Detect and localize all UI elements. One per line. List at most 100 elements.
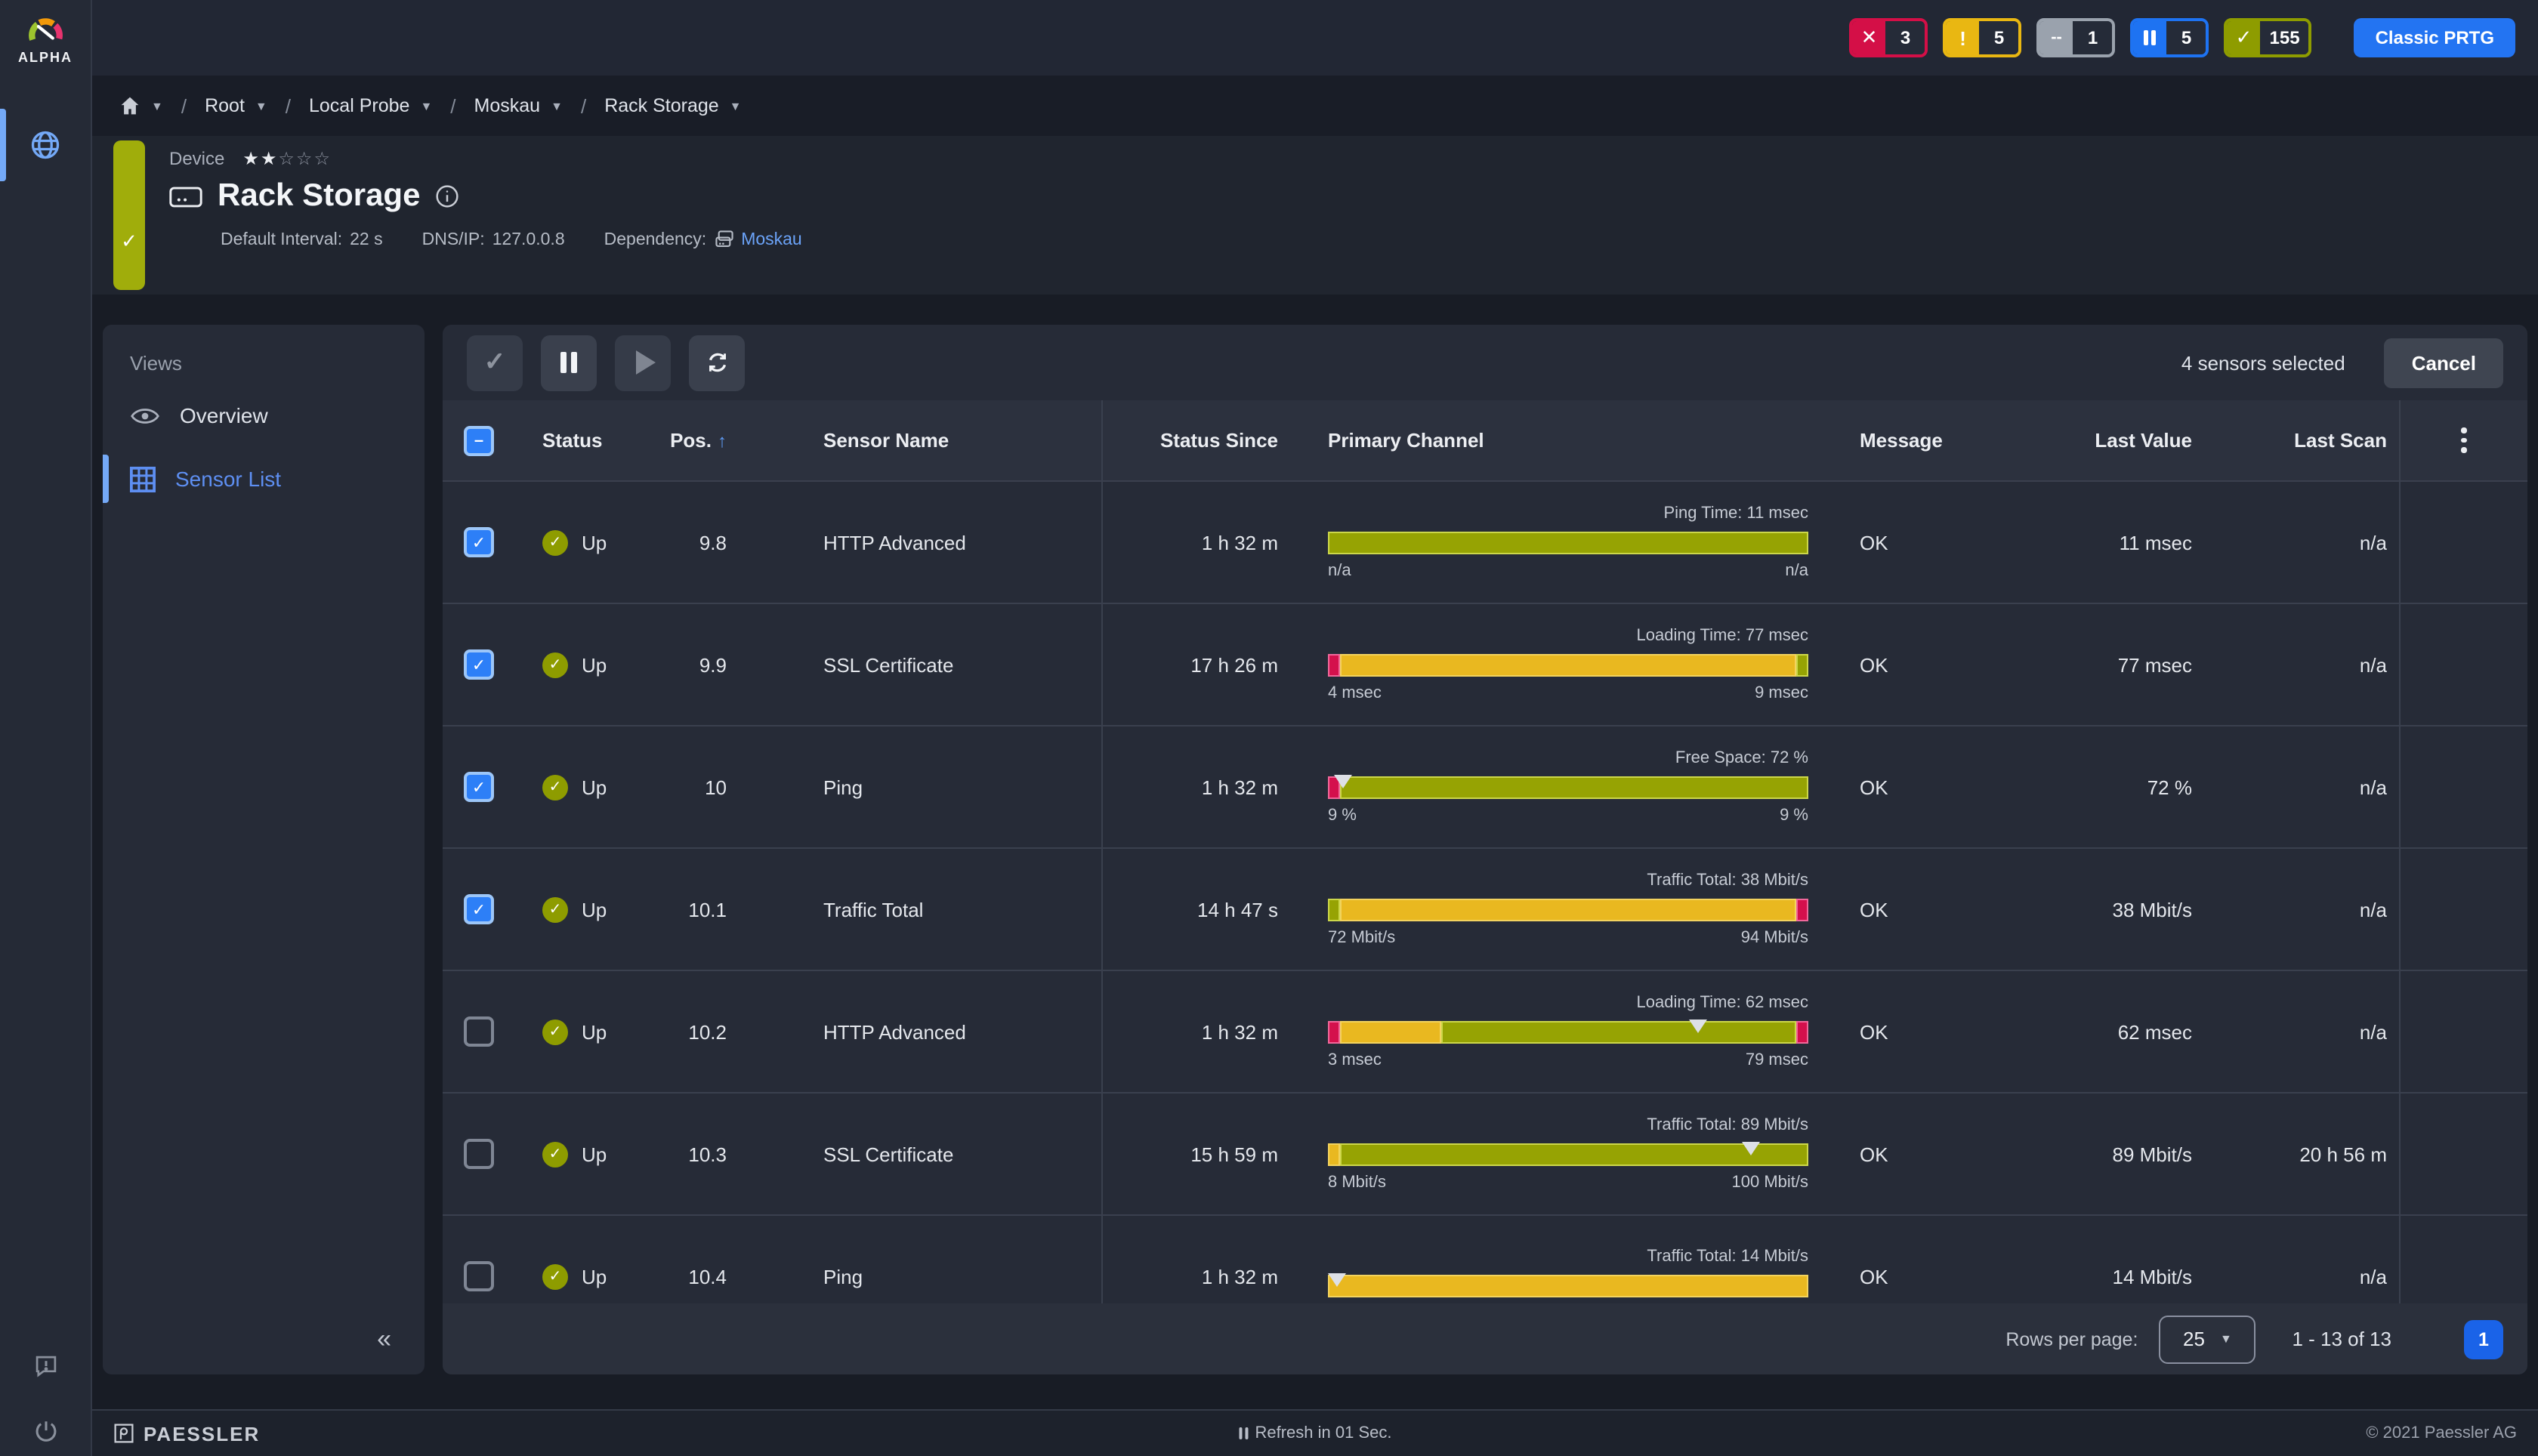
rail-item-devices[interactable] [0, 103, 91, 187]
pause-icon [560, 352, 577, 373]
sensor-name-link[interactable]: SSL Certificate [733, 653, 1101, 676]
status-badge-unknown[interactable]: --1 [2037, 18, 2116, 57]
row-checkbox[interactable] [464, 1261, 494, 1291]
breadcrumb-item[interactable]: Rack Storage▼ [604, 95, 741, 116]
chevron-down-icon: ▼ [551, 99, 563, 113]
last-scan-value: n/a [2195, 1265, 2399, 1288]
page-1-button[interactable]: 1 [2464, 1319, 2503, 1359]
prtg-logo[interactable]: ALPHA [0, 0, 91, 76]
channel-bar-segment [1340, 654, 1796, 677]
primary-channel-cell: Ping Time: 11 msecn/an/a [1304, 504, 1832, 580]
table-row[interactable]: ✓✓Up10Ping1 h 32 mFree Space: 72 %9 %9 %… [443, 726, 2527, 849]
status-badge-paused[interactable]: 5 [2131, 18, 2209, 57]
channel-max-label: n/a [1785, 562, 1808, 580]
dependency-device-icon [714, 230, 733, 249]
channel-max-label: 9 % [1780, 807, 1808, 825]
channel-bar-segment [1328, 532, 1808, 554]
col-last-value[interactable]: Last Value [2006, 429, 2195, 452]
scan-now-button[interactable] [689, 335, 745, 390]
last-value: 14 Mbit/s [2006, 1265, 2195, 1288]
priority-stars[interactable]: ★★☆☆☆ [242, 148, 332, 169]
sensor-table-card: ✓ 4 sensors selected Cancel [443, 325, 2527, 1374]
sidebar-item-overview[interactable]: Overview [103, 384, 425, 447]
sensor-name-link[interactable]: Ping [733, 776, 1101, 798]
breadcrumb-home[interactable]: ▼ [119, 95, 163, 116]
pause-button[interactable] [541, 335, 597, 390]
channel-marker-icon [1689, 1020, 1707, 1033]
channel-label: Loading Time: 77 msec [1328, 627, 1808, 645]
status-badge-down[interactable]: ✕3 [1850, 18, 1928, 57]
alpha-label: ALPHA [18, 49, 73, 64]
chevron-down-icon: ▼ [255, 99, 267, 113]
message-value: OK [1832, 776, 2006, 798]
select-all-checkbox[interactable]: – [464, 425, 494, 455]
play-icon [635, 350, 655, 375]
col-sensor-name[interactable]: Sensor Name [733, 429, 1101, 452]
channel-label: Traffic Total: 89 Mbit/s [1328, 1116, 1808, 1134]
main-content: Views OverviewSensor List « ✓ [92, 295, 2538, 1411]
channel-min-label: 4 msec [1328, 684, 1382, 702]
table-row[interactable]: ✓Up10.2HTTP Advanced1 h 32 mLoading Time… [443, 971, 2527, 1094]
message-value: OK [1832, 1020, 2006, 1043]
classic-prtg-button[interactable]: Classic PRTG [2354, 18, 2515, 57]
row-checkbox[interactable]: ✓ [464, 894, 494, 924]
breadcrumb-item[interactable]: Root▼ [205, 95, 267, 116]
channel-bar-segment [1796, 654, 1808, 677]
pause-icon [2134, 21, 2167, 54]
rows-per-page-select[interactable]: 25 ▼ [2159, 1315, 2255, 1363]
info-icon[interactable] [435, 184, 459, 208]
table-row[interactable]: ✓✓Up9.8HTTP Advanced1 h 32 mPing Time: 1… [443, 482, 2527, 604]
status-badge-up[interactable]: ✓155 [2225, 18, 2312, 57]
channel-bar-segment [1340, 1143, 1808, 1166]
sensor-name-link[interactable]: Ping [733, 1265, 1101, 1288]
status-up-icon: ✓ [542, 1263, 568, 1289]
row-checkbox[interactable] [464, 1139, 494, 1169]
page-title: Rack Storage [218, 178, 420, 214]
pos-value: 10.2 [639, 1020, 733, 1043]
col-primary-channel[interactable]: Primary Channel [1304, 429, 1832, 452]
col-last-scan[interactable]: Last Scan [2195, 429, 2399, 452]
status-text: Up [582, 653, 607, 676]
check-icon: ✓ [484, 347, 506, 378]
sort-arrow-icon: ↑ [718, 430, 727, 452]
message-value: OK [1832, 653, 2006, 676]
cancel-button[interactable]: Cancel [2385, 338, 2503, 387]
acknowledge-button[interactable]: ✓ [467, 335, 523, 390]
row-checkbox[interactable]: ✓ [464, 772, 494, 802]
breadcrumb-item[interactable]: Local Probe▼ [309, 95, 432, 116]
row-checkbox[interactable]: ✓ [464, 649, 494, 680]
status-badge-warning[interactable]: !5 [1944, 18, 2022, 57]
power-icon[interactable] [32, 1418, 58, 1444]
column-options-kebab-icon[interactable] [2453, 419, 2476, 462]
row-checkbox[interactable] [464, 1016, 494, 1047]
channel-bar-segment [1328, 1021, 1340, 1044]
row-checkbox[interactable]: ✓ [464, 527, 494, 557]
table-row[interactable]: ✓✓Up9.9SSL Certificate17 h 26 mLoading T… [443, 604, 2527, 726]
col-status-since[interactable]: Status Since [1101, 400, 1304, 480]
last-value: 89 Mbit/s [2006, 1143, 2195, 1165]
pause-icon[interactable] [1239, 1427, 1248, 1439]
channel-label: Loading Time: 62 msec [1328, 994, 1808, 1012]
collapse-sidebar-button[interactable]: « [368, 1323, 400, 1356]
table-row[interactable]: ✓✓Up10.1Traffic Total14 h 47 sTraffic To… [443, 849, 2527, 971]
channel-min-label: 3 msec [1328, 1051, 1382, 1069]
channel-bar-segment [1796, 1021, 1808, 1044]
breadcrumb-item[interactable]: Moskau▼ [474, 95, 563, 116]
col-message[interactable]: Message [1832, 429, 2006, 452]
sensor-name-link[interactable]: Traffic Total [733, 898, 1101, 921]
feedback-icon[interactable] [32, 1353, 58, 1379]
dependency-link[interactable]: Moskau [741, 230, 802, 248]
status-up-icon: ✓ [542, 529, 568, 555]
col-pos[interactable]: Pos.↑ [639, 429, 733, 452]
last-scan-value: 20 h 56 m [2195, 1143, 2399, 1165]
col-status[interactable]: Status [515, 429, 639, 452]
pos-value: 10 [639, 776, 733, 798]
sidebar-item-sensor-list[interactable]: Sensor List [103, 447, 425, 511]
sensor-name-link[interactable]: SSL Certificate [733, 1143, 1101, 1165]
paessler-brand-text: PAESSLER [144, 1422, 260, 1445]
resume-button[interactable] [615, 335, 671, 390]
table-row[interactable]: ✓Up10.3SSL Certificate15 h 59 mTraffic T… [443, 1094, 2527, 1216]
breadcrumb-separator: / [181, 94, 187, 117]
sensor-name-link[interactable]: HTTP Advanced [733, 531, 1101, 554]
sensor-name-link[interactable]: HTTP Advanced [733, 1020, 1101, 1043]
